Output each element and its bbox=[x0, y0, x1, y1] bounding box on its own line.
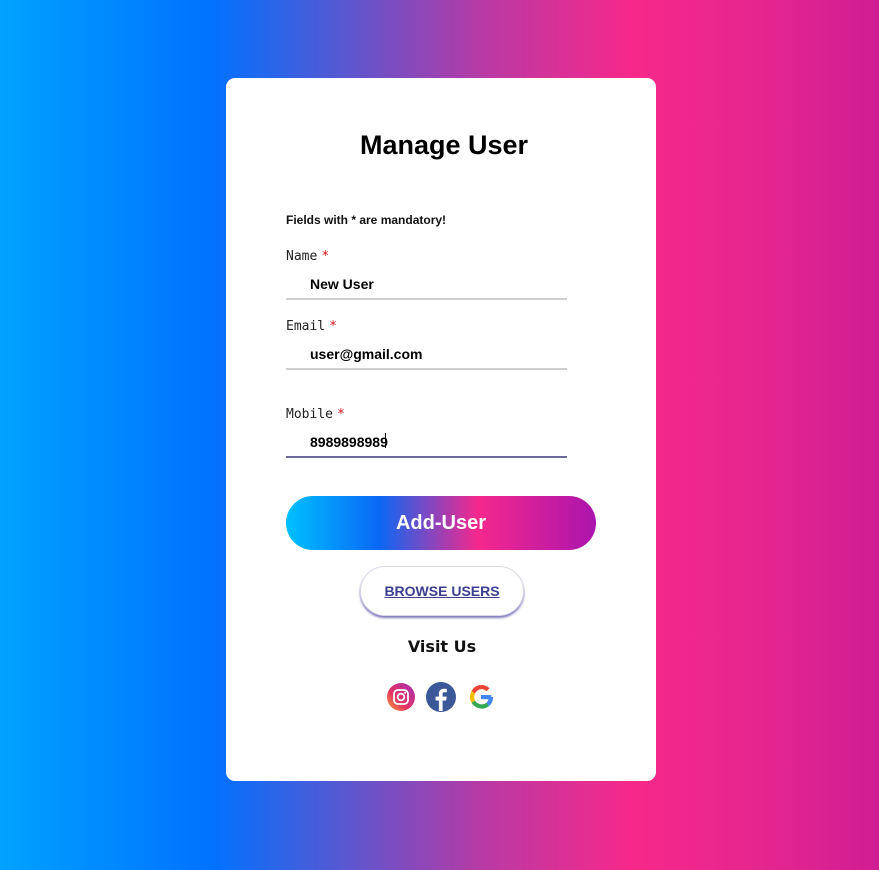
text-caret bbox=[385, 433, 386, 448]
required-marker: * bbox=[321, 249, 330, 264]
name-label: Name * bbox=[286, 248, 567, 266]
add-user-button[interactable]: Add-User bbox=[286, 496, 596, 550]
mobile-label-text: Mobile bbox=[286, 407, 333, 422]
name-input[interactable] bbox=[286, 270, 567, 300]
facebook-icon bbox=[426, 682, 456, 712]
required-marker: * bbox=[329, 319, 337, 334]
required-marker: * bbox=[336, 407, 345, 422]
mobile-label: Mobile * bbox=[286, 406, 567, 424]
name-label-text: Name bbox=[286, 249, 318, 264]
browse-users-button[interactable]: BROWSE USERS bbox=[360, 566, 524, 616]
page-title: Manage User bbox=[359, 130, 529, 160]
mobile-field: Mobile * bbox=[286, 406, 567, 458]
instagram-link[interactable] bbox=[386, 681, 416, 713]
email-label: Email * bbox=[286, 318, 567, 336]
manage-user-card: Manage User Fields with * are mandatory!… bbox=[226, 78, 656, 781]
visit-us-heading: Visit Us bbox=[407, 637, 477, 656]
email-input[interactable] bbox=[286, 340, 567, 370]
mandatory-note: Fields with * are mandatory! bbox=[286, 213, 447, 227]
google-icon bbox=[469, 684, 494, 709]
name-field: Name * bbox=[286, 248, 567, 300]
email-field: Email * bbox=[286, 318, 567, 370]
mobile-input[interactable] bbox=[286, 428, 567, 458]
social-links bbox=[386, 681, 496, 713]
instagram-icon bbox=[387, 683, 415, 711]
email-label-text: Email bbox=[286, 319, 326, 334]
google-link[interactable] bbox=[466, 681, 496, 713]
facebook-link[interactable] bbox=[426, 681, 456, 713]
